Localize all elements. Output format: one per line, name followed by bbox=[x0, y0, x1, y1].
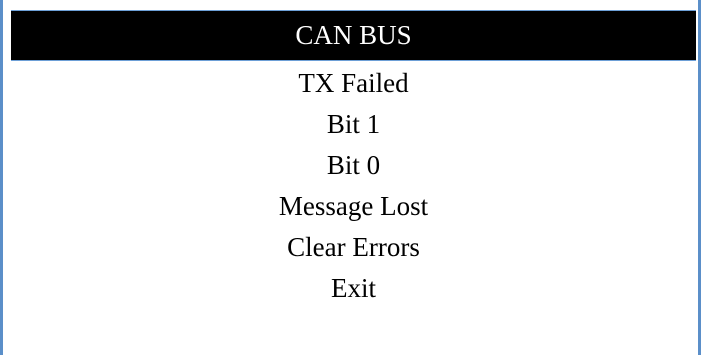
can-bus-menu-panel: CAN BUS TX Failed Bit 1 Bit 0 Message Lo… bbox=[0, 0, 701, 355]
menu-list: TX Failed Bit 1 Bit 0 Message Lost Clear… bbox=[6, 63, 701, 309]
menu-item-tx-failed[interactable]: TX Failed bbox=[6, 63, 701, 104]
menu-item-bit-0[interactable]: Bit 0 bbox=[6, 145, 701, 186]
menu-title: CAN BUS bbox=[11, 10, 696, 61]
menu-item-bit-1[interactable]: Bit 1 bbox=[6, 104, 701, 145]
menu-item-clear-errors[interactable]: Clear Errors bbox=[6, 227, 701, 268]
menu-item-message-lost[interactable]: Message Lost bbox=[6, 186, 701, 227]
menu-item-exit[interactable]: Exit bbox=[6, 268, 701, 309]
